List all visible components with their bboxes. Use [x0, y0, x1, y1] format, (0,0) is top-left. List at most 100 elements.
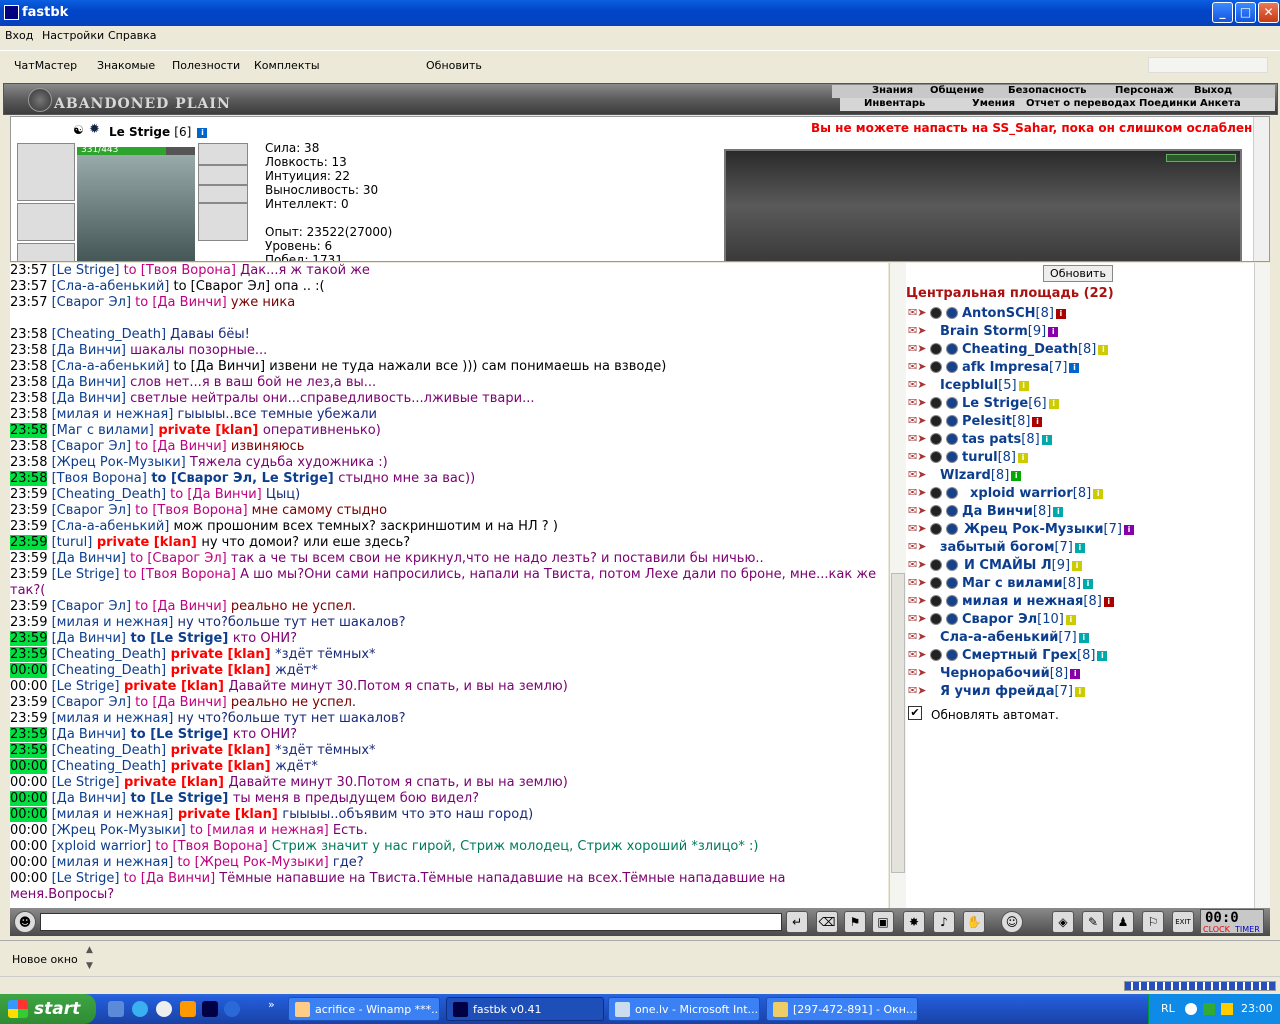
toolbar-sets[interactable]: Комплекты [254, 59, 320, 72]
player-row[interactable]: ✉➤ Brain Storm[9] i [906, 323, 1254, 341]
player-info-icon[interactable]: i [1032, 416, 1043, 427]
menu-help[interactable]: Справка [108, 29, 156, 42]
smiley-menu-icon[interactable]: ☻ [14, 911, 36, 933]
helmet-slot[interactable] [17, 143, 75, 201]
chat-author[interactable]: [Cheating_Death] [52, 327, 166, 342]
chat-time[interactable]: 00:00 [10, 807, 48, 822]
player-row[interactable]: ✉➤ забытый богом[7] i [906, 539, 1254, 557]
chat-author[interactable]: [Le Strige] [52, 679, 120, 694]
nav-knowledge[interactable]: Знания [872, 85, 913, 96]
player-info-icon[interactable]: i [1018, 452, 1029, 463]
player-info-icon[interactable]: i [1041, 434, 1052, 445]
menu-settings[interactable]: Настройки [42, 29, 104, 42]
maximize-button[interactable]: □ [1235, 2, 1256, 23]
nav-skills[interactable]: Умения [972, 98, 1015, 109]
player-info-icon[interactable]: i [1093, 488, 1104, 499]
player-info-icon[interactable]: i [1074, 542, 1085, 553]
quicklaunch-media-icon[interactable] [156, 1001, 172, 1017]
player-name[interactable]: AntonSCH[8] i [962, 306, 1066, 321]
chat-time[interactable]: 23:58 [10, 407, 47, 422]
chat-time[interactable]: 23:59 [10, 711, 47, 726]
player-row[interactable]: ✉➤ turul[8] i [906, 449, 1254, 467]
tray-color-icon[interactable] [1221, 1003, 1233, 1015]
private-message-icon[interactable]: ✉➤ [908, 648, 928, 661]
chat-time[interactable]: 23:58 [10, 375, 47, 390]
people-icon[interactable]: ♟ [1112, 911, 1134, 933]
player-row[interactable]: ✉➤ Смертный Грех[8] i [906, 647, 1254, 665]
chat-time[interactable]: 00:00 [10, 855, 47, 870]
chat-time[interactable]: 23:58 [10, 455, 47, 470]
private-message-icon[interactable]: ✉➤ [908, 468, 928, 481]
chat-time[interactable]: 23:59 [10, 567, 47, 582]
tab-up-icon[interactable]: ▲ [86, 945, 93, 955]
chat-author[interactable]: [Да Винчи] [52, 391, 126, 406]
player-row[interactable]: ✉➤ xploid warrior[8] i [906, 485, 1254, 503]
chat-author[interactable]: [Да Винчи] [52, 551, 126, 566]
nav-exit[interactable]: Выход [1194, 85, 1232, 96]
player-info-icon[interactable]: i [1065, 614, 1076, 625]
quicklaunch-more-icon[interactable]: » [268, 998, 275, 1011]
player-row[interactable]: ✉➤ Icepblul[5] i [906, 377, 1254, 395]
player-info-icon[interactable]: i [1018, 380, 1029, 391]
player-info-icon[interactable]: i [1098, 344, 1109, 355]
clear-icon[interactable]: ⌫ [816, 911, 838, 933]
chat-author[interactable]: [Сварог Эл] [52, 695, 131, 710]
chat-time[interactable]: 23:57 [10, 263, 47, 278]
private-message-icon[interactable]: ✉➤ [908, 396, 928, 409]
chat-time[interactable]: 23:58 [10, 471, 48, 486]
chat-author[interactable]: [милая и нежная] [52, 807, 174, 822]
chat-author[interactable]: [Сла-а-абенький] [52, 359, 170, 374]
chat-author[interactable]: [милая и нежная] [52, 711, 174, 726]
player-name[interactable]: Маг с вилами[8] i [962, 576, 1094, 591]
chat-author[interactable]: [Да Винчи] [52, 343, 126, 358]
chat-author[interactable]: [Твоя Ворона] [52, 471, 147, 486]
player-name[interactable]: Cheating_Death[8] i [962, 342, 1109, 357]
tray-clock[interactable]: 23:00 [1241, 1002, 1273, 1015]
player-info-icon[interactable]: i [1074, 686, 1085, 697]
chat-author[interactable]: [Le Strige] [52, 775, 120, 790]
private-message-icon[interactable]: ✉➤ [908, 594, 928, 607]
start-button[interactable]: start [0, 994, 96, 1024]
minimize-button[interactable]: _ [1212, 2, 1233, 23]
player-row[interactable]: ✉➤ Le Strige[6] i [906, 395, 1254, 413]
player-name[interactable]: Чернорабочий[8] i [940, 666, 1081, 681]
player-row[interactable]: ✉➤ Жрец Рок-Музыки[7] i [906, 521, 1254, 539]
nav-character[interactable]: Персонаж [1115, 85, 1174, 96]
player-name[interactable]: Да Винчи[8] i [962, 504, 1064, 519]
private-message-icon[interactable]: ✉➤ [908, 486, 928, 499]
private-message-icon[interactable]: ✉➤ [908, 378, 928, 391]
private-message-icon[interactable]: ✉➤ [908, 306, 928, 319]
clock-widget[interactable]: 00:0 CLOCK TIMER [1200, 909, 1264, 934]
character-portrait[interactable] [77, 155, 195, 261]
player-name[interactable]: Le Strige[6] i [962, 396, 1059, 411]
chat-time[interactable]: 23:59 [10, 519, 47, 534]
player-row[interactable]: ✉➤ Да Винчи[8] i [906, 503, 1254, 521]
bag-icon[interactable]: ◈ [1052, 911, 1074, 933]
chat-time[interactable]: 00:00 [10, 823, 47, 838]
private-message-icon[interactable]: ✉➤ [908, 360, 928, 373]
gloves-slot[interactable] [198, 203, 248, 241]
chat-time[interactable]: 23:59 [10, 599, 47, 614]
chat-time[interactable]: 23:59 [10, 551, 47, 566]
tray-flower-icon[interactable] [1203, 1003, 1215, 1015]
tab-down-icon[interactable]: ▼ [86, 961, 93, 971]
player-name[interactable]: Brain Storm[9] i [940, 324, 1059, 339]
save-icon[interactable]: ▣ [872, 911, 894, 933]
chat-time[interactable]: 23:59 [10, 695, 47, 710]
scroll-icon[interactable]: ✎ [1082, 911, 1104, 933]
private-message-icon[interactable]: ✉➤ [908, 432, 928, 445]
player-row[interactable]: ✉➤ afk Impresa[7] i [906, 359, 1254, 377]
player-name[interactable]: tas pats[8] i [962, 432, 1052, 447]
player-info-icon[interactable]: i [1070, 668, 1081, 679]
chat-author[interactable]: [Да Винчи] [52, 727, 126, 742]
player-info-icon[interactable]: i [1055, 308, 1066, 319]
chat-time[interactable]: 00:00 [10, 679, 47, 694]
task-ie[interactable]: one.lv - Microsoft Int... [608, 997, 760, 1021]
chat-author[interactable]: [Сла-а-абенький] [52, 279, 170, 294]
quicklaunch-fastbk-icon[interactable] [202, 1001, 218, 1017]
player-info-icon[interactable]: i [1048, 326, 1059, 337]
chat-time[interactable]: 23:58 [10, 423, 48, 438]
player-row[interactable]: ✉➤ Чернорабочий[8] i [906, 665, 1254, 683]
chat-time[interactable]: 23:59 [10, 487, 47, 502]
tray-app-icon[interactable] [1185, 1003, 1197, 1015]
